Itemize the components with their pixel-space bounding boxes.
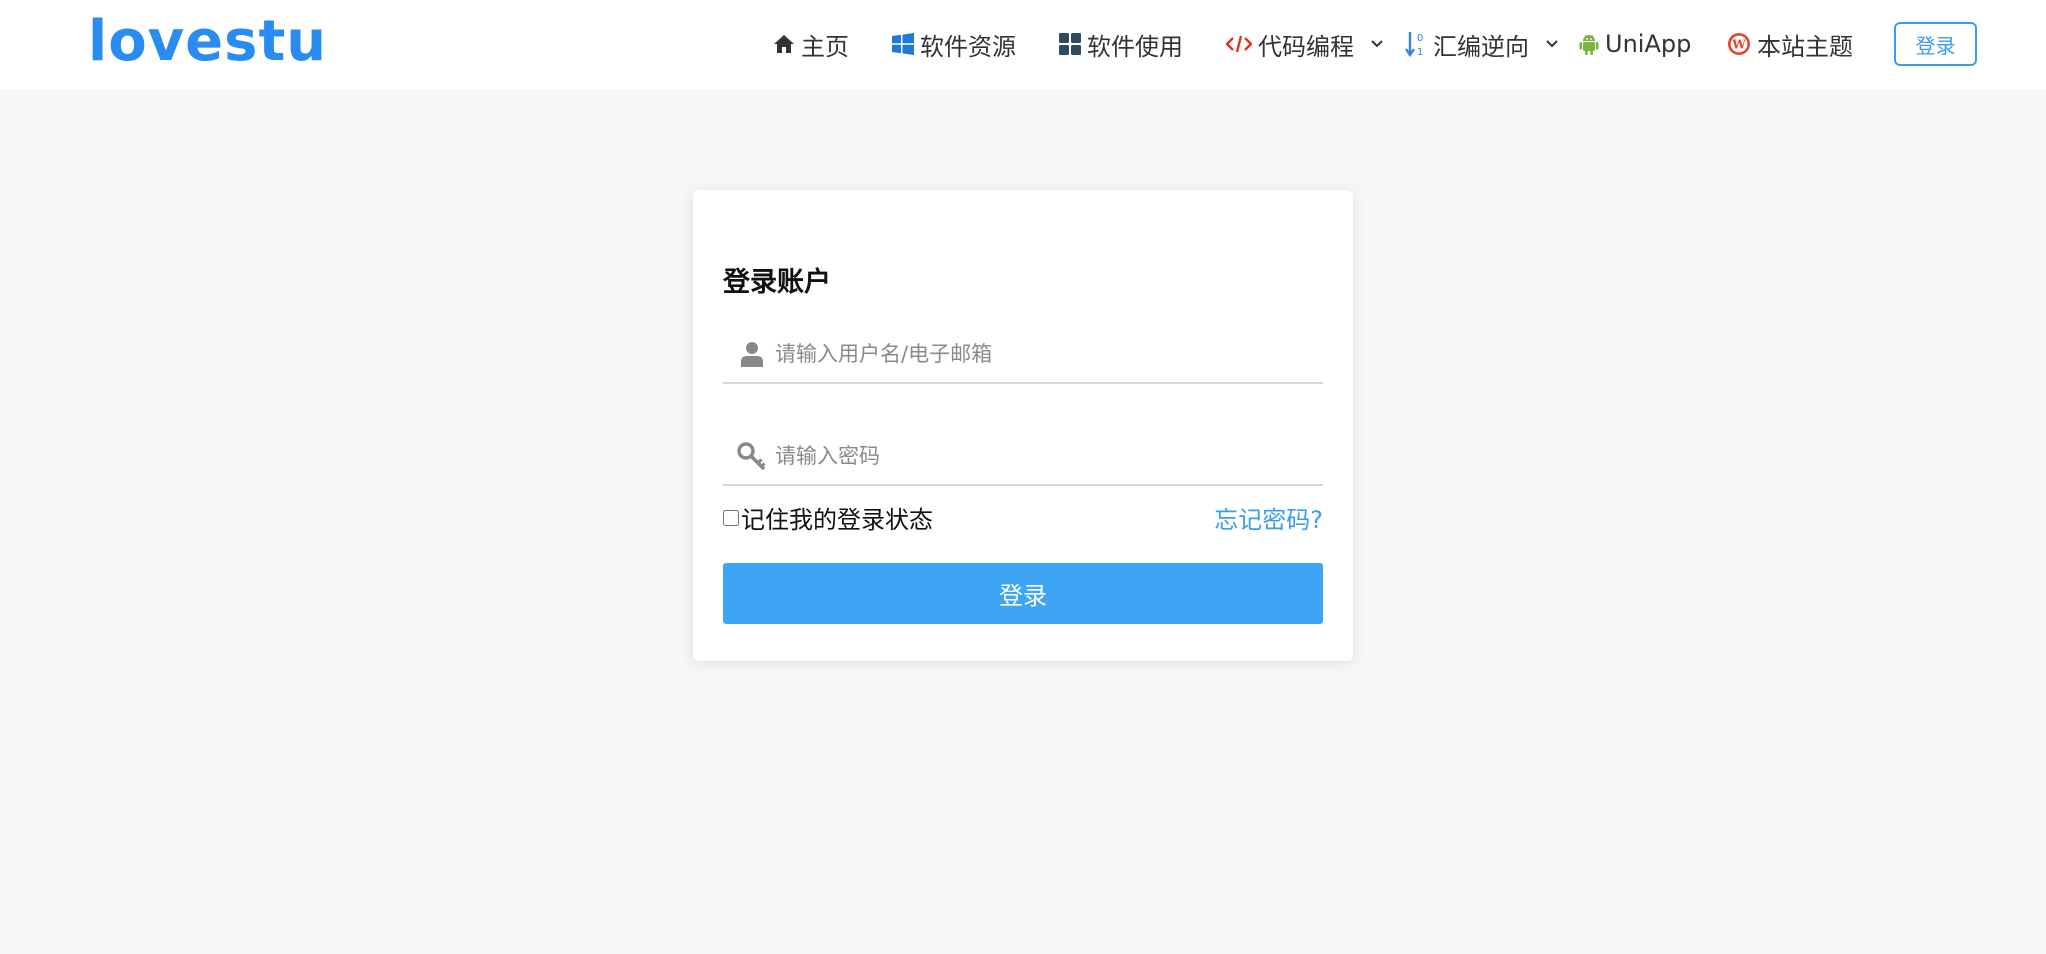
- nav-item-software-resources[interactable]: 软件资源: [892, 24, 1016, 64]
- nav-item-label: 主页: [801, 27, 849, 62]
- nav-item-uniapp[interactable]: UniApp: [1579, 24, 1691, 64]
- forgot-password-link[interactable]: 忘记密码?: [1214, 500, 1323, 535]
- nav-item-home[interactable]: 主页: [773, 24, 849, 64]
- nav-item-label: 汇编逆向: [1433, 27, 1529, 62]
- password-input[interactable]: [775, 436, 1305, 476]
- svg-text:W: W: [1731, 38, 1746, 52]
- username-input[interactable]: [775, 334, 1305, 374]
- site-header: lovestu 主页 软件资源 软件使用: [0, 0, 2046, 90]
- nav-item-label: 软件资源: [920, 27, 1016, 62]
- user-icon: [723, 341, 775, 367]
- nav-item-label: 本站主题: [1757, 27, 1853, 62]
- nav-item-coding[interactable]: 代码编程: [1226, 24, 1384, 64]
- password-field: [723, 428, 1323, 486]
- android-icon: [1579, 33, 1599, 55]
- nav-item-label: UniApp: [1605, 30, 1691, 58]
- login-submit-button[interactable]: 登录: [723, 563, 1323, 624]
- remember-me[interactable]: 记住我的登录状态: [723, 500, 933, 535]
- sort-numeric-icon: 0 1: [1405, 30, 1427, 58]
- chevron-down-icon[interactable]: [1545, 39, 1559, 49]
- nav-item-software-usage[interactable]: 软件使用: [1059, 24, 1183, 64]
- login-card: 登录账户 记住我的登录状态 忘记密码? 登录: [693, 190, 1353, 661]
- username-field: [723, 326, 1323, 384]
- svg-text:1: 1: [1417, 47, 1423, 58]
- svg-text:0: 0: [1417, 33, 1423, 44]
- home-icon: [773, 34, 795, 54]
- nav-item-label: 软件使用: [1087, 27, 1183, 62]
- nav-item-label: 代码编程: [1258, 27, 1354, 62]
- chevron-down-icon[interactable]: [1370, 39, 1384, 49]
- header-login-button[interactable]: 登录: [1894, 22, 1977, 66]
- grid-icon: [1059, 33, 1081, 55]
- site-logo[interactable]: lovestu: [88, 6, 327, 78]
- nav-item-site-theme[interactable]: W 本站主题: [1727, 24, 1853, 64]
- remember-checkbox[interactable]: [723, 510, 739, 526]
- key-icon: [723, 442, 775, 470]
- wordpress-icon: W: [1727, 32, 1751, 56]
- windows-icon: [892, 33, 914, 55]
- nav-item-assembly-reverse[interactable]: 0 1 汇编逆向: [1405, 24, 1559, 64]
- login-title: 登录账户: [723, 260, 831, 299]
- code-icon: [1226, 34, 1252, 54]
- remember-label: 记住我的登录状态: [741, 500, 933, 535]
